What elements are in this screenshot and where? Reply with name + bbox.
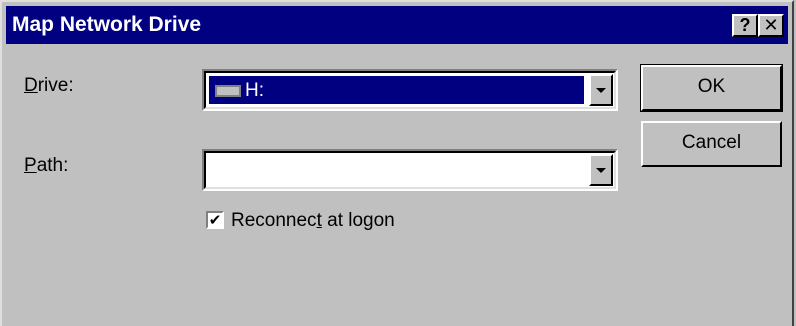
reconnect-checkbox[interactable]: ✔: [206, 211, 224, 229]
title-bar[interactable]: Map Network Drive ? ✕: [6, 6, 788, 44]
window-title: Map Network Drive: [12, 13, 202, 36]
reconnect-label[interactable]: Reconnect at logon: [231, 210, 395, 232]
drive-selected-value: H:: [209, 76, 584, 104]
drive-value: H:: [245, 80, 264, 101]
drive-dropdown-arrow[interactable]: [589, 74, 613, 106]
map-network-drive-dialog: Map Network Drive ? ✕ Drive: H: Path: ✔ …: [0, 0, 794, 326]
close-button[interactable]: ✕: [758, 14, 784, 37]
drive-icon: [215, 85, 241, 97]
ok-button[interactable]: OK: [640, 64, 783, 112]
drive-label: Drive:: [24, 75, 74, 96]
path-label: Path:: [24, 155, 69, 176]
drive-combobox[interactable]: H:: [202, 69, 618, 111]
help-button[interactable]: ?: [732, 14, 758, 37]
cancel-button[interactable]: Cancel: [641, 121, 782, 167]
path-dropdown-arrow[interactable]: [589, 154, 613, 186]
path-combobox[interactable]: [202, 149, 618, 191]
